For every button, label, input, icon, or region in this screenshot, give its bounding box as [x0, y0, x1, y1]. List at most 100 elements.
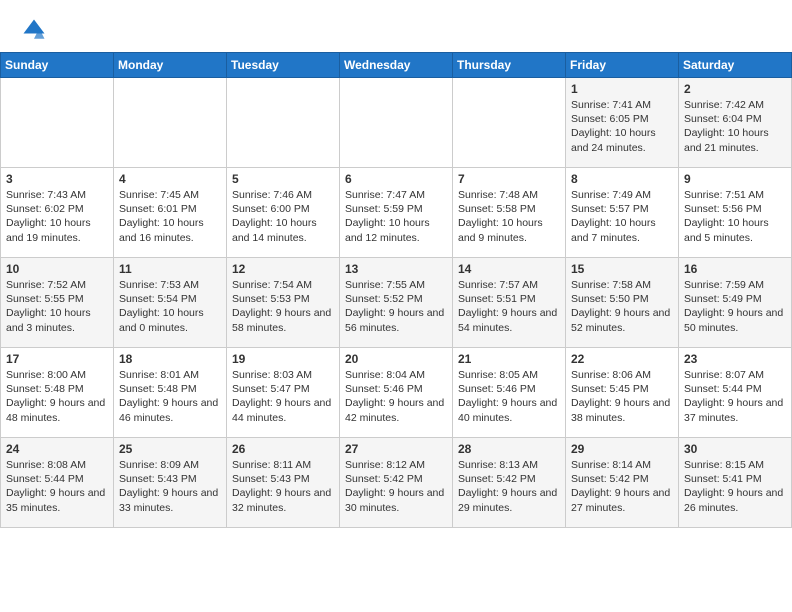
calendar-cell — [1, 78, 114, 168]
calendar-cell: 8 Sunrise: 7:49 AM Sunset: 5:57 PM Daylig… — [566, 168, 679, 258]
calendar-header-tuesday: Tuesday — [227, 53, 340, 78]
day-info: Sunrise: 7:47 AM Sunset: 5:59 PM Dayligh… — [345, 188, 447, 245]
calendar-table: SundayMondayTuesdayWednesdayThursdayFrid… — [0, 52, 792, 528]
day-number: 29 — [571, 442, 673, 456]
day-number: 20 — [345, 352, 447, 366]
calendar-week-3: 10 Sunrise: 7:52 AM Sunset: 5:55 PM Dayli… — [1, 258, 792, 348]
calendar-cell: 7 Sunrise: 7:48 AM Sunset: 5:58 PM Daylig… — [453, 168, 566, 258]
calendar-week-2: 3 Sunrise: 7:43 AM Sunset: 6:02 PM Daylig… — [1, 168, 792, 258]
day-info: Sunrise: 7:59 AM Sunset: 5:49 PM Dayligh… — [684, 278, 786, 335]
calendar-cell: 12 Sunrise: 7:54 AM Sunset: 5:53 PM Dayli… — [227, 258, 340, 348]
calendar-cell: 19 Sunrise: 8:03 AM Sunset: 5:47 PM Dayli… — [227, 348, 340, 438]
day-number: 22 — [571, 352, 673, 366]
day-info: Sunrise: 7:48 AM Sunset: 5:58 PM Dayligh… — [458, 188, 560, 245]
day-number: 17 — [6, 352, 108, 366]
day-info: Sunrise: 7:55 AM Sunset: 5:52 PM Dayligh… — [345, 278, 447, 335]
day-number: 18 — [119, 352, 221, 366]
calendar-cell: 16 Sunrise: 7:59 AM Sunset: 5:49 PM Dayli… — [679, 258, 792, 348]
calendar-cell: 9 Sunrise: 7:51 AM Sunset: 5:56 PM Daylig… — [679, 168, 792, 258]
calendar-cell: 24 Sunrise: 8:08 AM Sunset: 5:44 PM Dayli… — [1, 438, 114, 528]
day-number: 12 — [232, 262, 334, 276]
day-info: Sunrise: 7:49 AM Sunset: 5:57 PM Dayligh… — [571, 188, 673, 245]
calendar-cell — [114, 78, 227, 168]
day-number: 19 — [232, 352, 334, 366]
calendar-cell: 4 Sunrise: 7:45 AM Sunset: 6:01 PM Daylig… — [114, 168, 227, 258]
calendar-cell: 21 Sunrise: 8:05 AM Sunset: 5:46 PM Dayli… — [453, 348, 566, 438]
day-number: 9 — [684, 172, 786, 186]
day-info: Sunrise: 8:06 AM Sunset: 5:45 PM Dayligh… — [571, 368, 673, 425]
day-number: 14 — [458, 262, 560, 276]
calendar-cell — [340, 78, 453, 168]
day-number: 15 — [571, 262, 673, 276]
calendar-cell — [227, 78, 340, 168]
calendar-cell: 17 Sunrise: 8:00 AM Sunset: 5:48 PM Dayli… — [1, 348, 114, 438]
calendar-cell: 22 Sunrise: 8:06 AM Sunset: 5:45 PM Dayli… — [566, 348, 679, 438]
page-header — [0, 0, 792, 52]
day-number: 27 — [345, 442, 447, 456]
calendar-cell: 11Sunrise: 7:53 AM Sunset: 5:54 PM Dayli… — [114, 258, 227, 348]
day-number: 3 — [6, 172, 108, 186]
calendar-cell: 28 Sunrise: 8:13 AM Sunset: 5:42 PM Dayli… — [453, 438, 566, 528]
day-number: 30 — [684, 442, 786, 456]
day-info: Sunrise: 8:08 AM Sunset: 5:44 PM Dayligh… — [6, 458, 108, 515]
day-number: 8 — [571, 172, 673, 186]
day-info: Sunrise: 8:07 AM Sunset: 5:44 PM Dayligh… — [684, 368, 786, 425]
day-number: 26 — [232, 442, 334, 456]
day-info: Sunrise: 8:12 AM Sunset: 5:42 PM Dayligh… — [345, 458, 447, 515]
day-info: Sunrise: 7:51 AM Sunset: 5:56 PM Dayligh… — [684, 188, 786, 245]
day-number: 1 — [571, 82, 673, 96]
calendar-cell: 1 Sunrise: 7:41 AM Sunset: 6:05 PM Daylig… — [566, 78, 679, 168]
calendar-cell: 14Sunrise: 7:57 AM Sunset: 5:51 PM Dayli… — [453, 258, 566, 348]
day-number: 16 — [684, 262, 786, 276]
calendar-cell: 18 Sunrise: 8:01 AM Sunset: 5:48 PM Dayli… — [114, 348, 227, 438]
day-number: 21 — [458, 352, 560, 366]
day-info: Sunrise: 7:52 AM Sunset: 5:55 PM Dayligh… — [6, 278, 108, 335]
calendar-cell: 29 Sunrise: 8:14 AM Sunset: 5:42 PM Dayli… — [566, 438, 679, 528]
day-info: Sunrise: 7:42 AM Sunset: 6:04 PM Dayligh… — [684, 98, 786, 155]
logo-icon — [20, 16, 48, 44]
day-info: Sunrise: 8:14 AM Sunset: 5:42 PM Dayligh… — [571, 458, 673, 515]
calendar-header-sunday: Sunday — [1, 53, 114, 78]
calendar-week-4: 17 Sunrise: 8:00 AM Sunset: 5:48 PM Dayli… — [1, 348, 792, 438]
calendar-cell: 20 Sunrise: 8:04 AM Sunset: 5:46 PM Dayli… — [340, 348, 453, 438]
calendar-header-saturday: Saturday — [679, 53, 792, 78]
day-info: Sunrise: 8:13 AM Sunset: 5:42 PM Dayligh… — [458, 458, 560, 515]
calendar-cell: 23 Sunrise: 8:07 AM Sunset: 5:44 PM Dayli… — [679, 348, 792, 438]
calendar-cell: 15 Sunrise: 7:58 AM Sunset: 5:50 PM Dayli… — [566, 258, 679, 348]
day-number: 10 — [6, 262, 108, 276]
day-info: Sunrise: 7:43 AM Sunset: 6:02 PM Dayligh… — [6, 188, 108, 245]
day-number: 6 — [345, 172, 447, 186]
day-info: Sunrise: 8:01 AM Sunset: 5:48 PM Dayligh… — [119, 368, 221, 425]
day-info: Sunrise: 7:45 AM Sunset: 6:01 PM Dayligh… — [119, 188, 221, 245]
day-info: Sunrise: 8:00 AM Sunset: 5:48 PM Dayligh… — [6, 368, 108, 425]
day-number: 7 — [458, 172, 560, 186]
day-info: Sunrise: 8:15 AM Sunset: 5:41 PM Dayligh… — [684, 458, 786, 515]
day-number: 28 — [458, 442, 560, 456]
calendar-cell: 5Sunrise: 7:46 AM Sunset: 6:00 PM Daylig… — [227, 168, 340, 258]
logo — [20, 16, 52, 44]
day-number: 13 — [345, 262, 447, 276]
day-number: 23 — [684, 352, 786, 366]
day-number: 2 — [684, 82, 786, 96]
calendar-cell: 3 Sunrise: 7:43 AM Sunset: 6:02 PM Daylig… — [1, 168, 114, 258]
calendar-week-5: 24 Sunrise: 8:08 AM Sunset: 5:44 PM Dayli… — [1, 438, 792, 528]
day-info: Sunrise: 8:03 AM Sunset: 5:47 PM Dayligh… — [232, 368, 334, 425]
calendar-header-monday: Monday — [114, 53, 227, 78]
day-info: Sunrise: 7:46 AM Sunset: 6:00 PM Dayligh… — [232, 188, 334, 245]
calendar-week-1: 1 Sunrise: 7:41 AM Sunset: 6:05 PM Daylig… — [1, 78, 792, 168]
day-info: Sunrise: 7:41 AM Sunset: 6:05 PM Dayligh… — [571, 98, 673, 155]
day-info: Sunrise: 8:11 AM Sunset: 5:43 PM Dayligh… — [232, 458, 334, 515]
day-number: 4 — [119, 172, 221, 186]
day-info: Sunrise: 8:05 AM Sunset: 5:46 PM Dayligh… — [458, 368, 560, 425]
calendar-header-thursday: Thursday — [453, 53, 566, 78]
day-number: 25 — [119, 442, 221, 456]
day-info: Sunrise: 7:58 AM Sunset: 5:50 PM Dayligh… — [571, 278, 673, 335]
calendar-cell: 26 Sunrise: 8:11 AM Sunset: 5:43 PM Dayli… — [227, 438, 340, 528]
calendar-cell: 25Sunrise: 8:09 AM Sunset: 5:43 PM Dayli… — [114, 438, 227, 528]
day-info: Sunrise: 8:04 AM Sunset: 5:46 PM Dayligh… — [345, 368, 447, 425]
day-info: Sunrise: 7:53 AM Sunset: 5:54 PM Dayligh… — [119, 278, 221, 335]
calendar-cell: 2 Sunrise: 7:42 AM Sunset: 6:04 PM Daylig… — [679, 78, 792, 168]
calendar-cell: 13 Sunrise: 7:55 AM Sunset: 5:52 PM Dayli… — [340, 258, 453, 348]
day-info: Sunrise: 7:54 AM Sunset: 5:53 PM Dayligh… — [232, 278, 334, 335]
day-number: 24 — [6, 442, 108, 456]
